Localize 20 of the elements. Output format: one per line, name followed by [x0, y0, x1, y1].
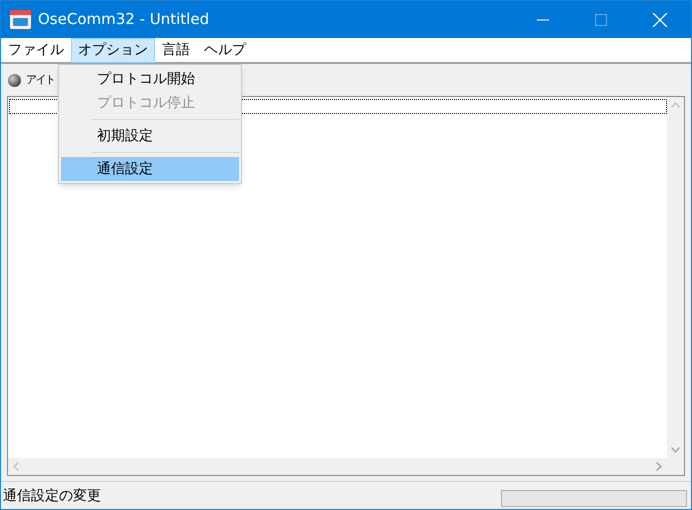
- menu-option[interactable]: 通信設定: [61, 157, 239, 181]
- menu-item[interactable]: ファイル: [1, 38, 71, 62]
- horizontal-scrollbar[interactable]: [8, 458, 667, 475]
- menu-item[interactable]: ヘルプ: [197, 38, 253, 62]
- menu-item[interactable]: 言語: [155, 38, 197, 62]
- app-icon: [10, 10, 31, 29]
- list-box[interactable]: [7, 96, 685, 476]
- scroll-down-icon[interactable]: [671, 447, 680, 453]
- scroll-right-icon[interactable]: [656, 462, 662, 471]
- scroll-up-icon[interactable]: [671, 102, 680, 108]
- close-icon[interactable]: [653, 12, 667, 26]
- menu-option[interactable]: 初期設定: [61, 124, 239, 148]
- toolbar-label: アイト: [26, 72, 54, 88]
- status-dot-icon: [8, 74, 21, 86]
- scroll-left-icon[interactable]: [13, 462, 19, 471]
- window-title: OseComm32 - Untitled: [38, 9, 210, 30]
- vertical-scrollbar[interactable]: [667, 97, 684, 458]
- menu-option[interactable]: プロトコル開始: [61, 67, 239, 91]
- menu-item[interactable]: オプション: [71, 38, 155, 62]
- status-text: 通信設定の変更: [3, 487, 101, 506]
